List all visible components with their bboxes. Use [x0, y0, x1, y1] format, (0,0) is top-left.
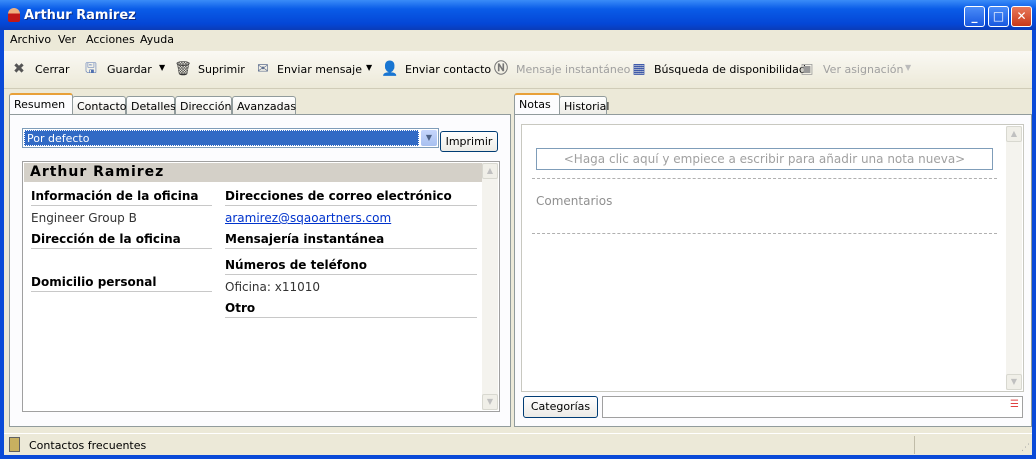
resize-grip-icon[interactable]: ⋰ [1021, 443, 1030, 453]
availability-button[interactable]: Búsqueda de disponibilidad [654, 63, 806, 76]
window-title: Arthur Ramirez [24, 8, 136, 23]
office-address-heading: Dirección de la oficina [31, 232, 212, 249]
instant-message-button[interactable]: Mensaje instantáneo [516, 63, 630, 76]
send-message-button[interactable]: Enviar mensaje [277, 63, 362, 76]
send-contact-button[interactable]: Enviar contacto [405, 63, 491, 76]
new-note-input[interactable]: <Haga clic aquí y empiece a escribir par… [536, 148, 993, 170]
contact-window: Arthur Ramirez _ □ ✕ Archivo Ver Accione… [0, 0, 1036, 459]
save-dropdown-arrow[interactable]: ▼ [159, 63, 165, 72]
categories-button[interactable]: Categorías [523, 396, 598, 418]
status-divider [914, 436, 915, 454]
contact-icon [8, 8, 20, 22]
minimize-button[interactable]: _ [964, 6, 985, 27]
send-contact-icon: 👤 [381, 61, 399, 77]
menu-ver[interactable]: Ver [58, 33, 76, 46]
tab-notas[interactable]: Notas [514, 93, 560, 114]
department-text: Engineer Group B [31, 211, 137, 225]
other-heading: Otro [225, 301, 477, 318]
toolbar: ✖ Cerrar 🖫 Guardar ▼ 🗑 Suprimir ✉ Enviar… [4, 51, 1032, 89]
view-select-value: Por defecto [24, 130, 419, 146]
availability-icon: ▦ [632, 61, 646, 77]
instant-message-icon: Ⓝ [494, 61, 508, 77]
comments-label: Comentarios [536, 194, 613, 208]
categories-input[interactable]: ☰ [602, 396, 1023, 418]
delete-button[interactable]: Suprimir [198, 63, 245, 76]
title-bar: Arthur Ramirez _ □ ✕ [0, 0, 1036, 30]
phones-heading: Números de teléfono [225, 258, 477, 275]
save-icon: 🖫 [85, 61, 97, 77]
tab-detalles[interactable]: Detalles [126, 96, 176, 115]
divider [532, 178, 997, 179]
menu-ayuda[interactable]: Ayuda [140, 33, 174, 46]
view-map-button[interactable]: Ver asignación [823, 63, 904, 76]
menu-archivo[interactable]: Archivo [10, 33, 51, 46]
map-icon: ▣ [800, 61, 814, 77]
phone-text: Oficina: x11010 [225, 280, 321, 294]
divider [532, 233, 997, 234]
card-name: Arthur Ramirez [24, 163, 482, 182]
trash-icon: 🗑 [174, 61, 192, 77]
close-icon: ✖ [13, 61, 25, 77]
menu-bar: Archivo Ver Acciones Ayuda [4, 30, 1032, 49]
maximize-button[interactable]: □ [988, 6, 1009, 27]
save-button[interactable]: Guardar [107, 63, 152, 76]
tab-direccion[interactable]: Dirección [175, 96, 232, 115]
emails-heading: Direcciones de correo electrónico [225, 189, 477, 206]
scroll-down-icon[interactable]: ▼ [482, 394, 498, 410]
card-scrollbar[interactable]: ▲ ▼ [482, 163, 498, 410]
im-heading: Mensajería instantánea [225, 232, 477, 249]
envelope-icon: ✉ [257, 61, 269, 77]
office-info-heading: Información de la oficina [31, 189, 212, 206]
status-text: Contactos frecuentes [29, 439, 147, 452]
notes-scrollbar[interactable]: ▲ ▼ [1006, 126, 1022, 390]
chevron-down-icon[interactable]: ▼ [421, 130, 437, 146]
contacts-icon [9, 437, 20, 452]
view-map-dropdown-arrow[interactable]: ▼ [905, 63, 911, 72]
tab-resumen[interactable]: Resumen [9, 93, 73, 114]
tab-contacto[interactable]: Contacto [72, 96, 127, 115]
scroll-down-icon[interactable]: ▼ [1006, 374, 1022, 390]
tab-historial[interactable]: Historial [559, 96, 609, 115]
send-message-dropdown-arrow[interactable]: ▼ [366, 63, 372, 72]
view-select[interactable]: Por defecto ▼ [22, 128, 439, 148]
categories-list-icon[interactable]: ☰ [1010, 399, 1019, 410]
status-bar: Contactos frecuentes ⋰ [4, 433, 1032, 455]
close-window-button[interactable]: ✕ [1011, 6, 1032, 27]
email-link[interactable]: aramirez@sqaoartners.com [225, 211, 391, 225]
print-button[interactable]: Imprimir [440, 131, 498, 152]
scroll-up-icon[interactable]: ▲ [482, 163, 498, 179]
home-address-heading: Domicilio personal [31, 275, 212, 292]
menu-acciones[interactable]: Acciones [86, 33, 135, 46]
close-button[interactable]: Cerrar [35, 63, 70, 76]
tab-avanzadas[interactable]: Avanzadas [232, 96, 296, 115]
scroll-up-icon[interactable]: ▲ [1006, 126, 1022, 142]
